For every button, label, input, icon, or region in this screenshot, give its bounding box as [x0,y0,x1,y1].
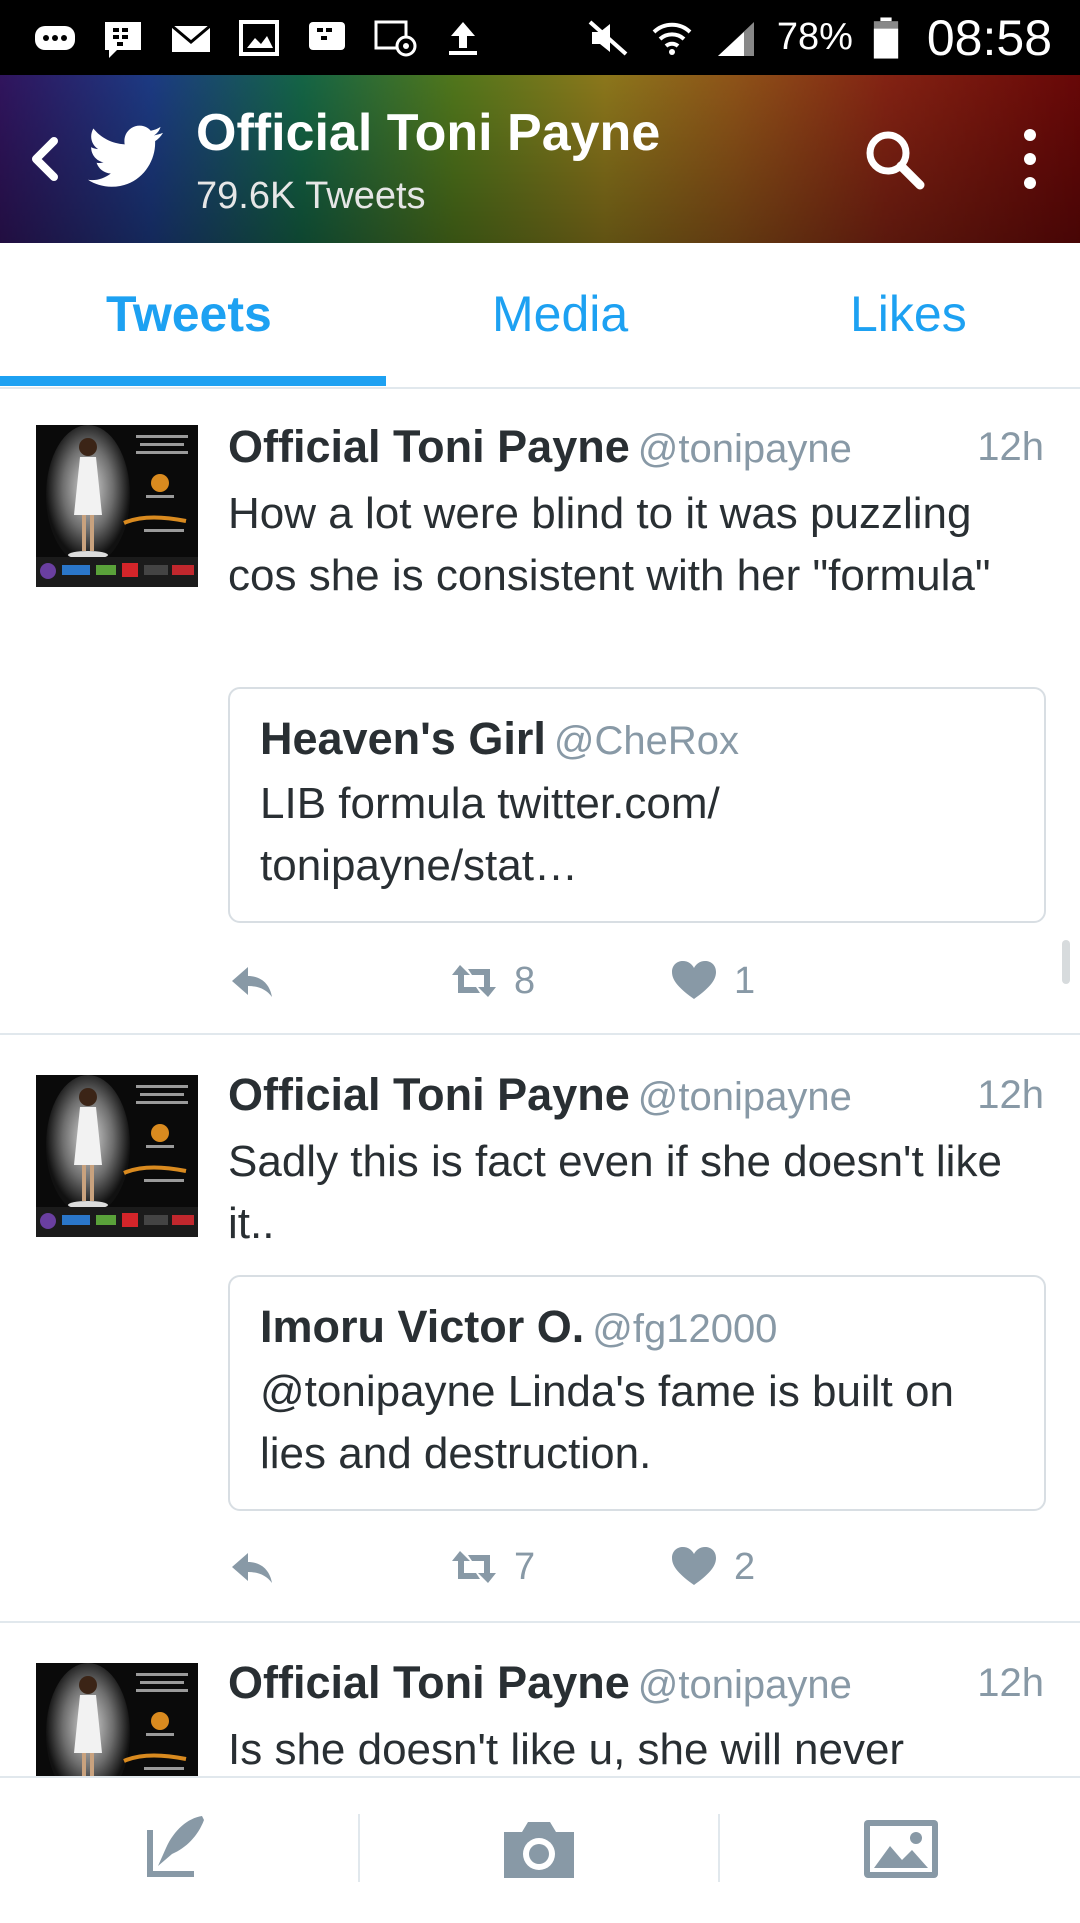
like-button[interactable]: 2 [670,1545,755,1589]
tweet-actions: 7 2 [228,1545,1028,1605]
battery-icon [871,16,901,59]
bottom-action-bar [0,1776,1080,1922]
message-icon [32,18,78,58]
reply-icon [232,1553,272,1583]
quoted-author-name: Heaven's Girl [260,713,546,764]
more-options-button[interactable] [1000,119,1060,199]
search-button[interactable] [858,123,930,195]
tweet-card[interactable]: Official Toni Payne @tonipayne 12h Sadly … [0,1035,1080,1623]
divider [718,1814,720,1882]
profile-header: Official Toni Payne 79.6K Tweets [0,75,1080,243]
retweet-icon [452,1551,496,1583]
author-handle[interactable]: @tonipayne [638,1663,852,1707]
tab-likes[interactable]: Likes [850,285,967,343]
author-name[interactable]: Official Toni Payne [228,421,630,472]
reply-icon [232,967,272,997]
clock: 08:58 [926,9,1052,66]
tweet-timestamp: 12h [977,1073,1044,1117]
retweet-count: 8 [514,959,536,1002]
quoted-author-name: Imoru Victor O. [260,1301,585,1352]
bbm-chat-icon [304,18,350,58]
heart-icon [672,1547,716,1585]
mention-image-icon [372,18,418,58]
camera-icon [504,1822,574,1878]
author-name[interactable]: Official Toni Payne [228,1657,630,1708]
avatar[interactable] [36,1075,198,1237]
tweet-timestamp: 12h [977,1661,1044,1705]
back-arrow-icon [32,137,58,181]
tweet-text: How a lot were blind to it was puzzling … [228,489,991,600]
author-handle[interactable]: @tonipayne [638,1075,852,1119]
tweet-header: Official Toni Payne @tonipayne [228,1657,852,1709]
signal-icon [713,18,759,58]
tab-media[interactable]: Media [492,285,628,343]
retweet-button[interactable]: 8 [450,959,535,1003]
author-handle[interactable]: @tonipayne [638,427,852,471]
scrollbar-thumb[interactable] [1062,940,1070,984]
like-button[interactable]: 1 [670,959,755,1003]
compose-button[interactable] [136,1808,222,1888]
back-button[interactable] [18,127,74,191]
quoted-author-handle: @fg12000 [592,1307,778,1351]
quoted-tweet-text: @tonipayne Linda's fame is built on lies… [260,1367,954,1478]
avatar[interactable] [36,425,198,587]
mail-icon [168,18,214,58]
reply-button[interactable] [228,959,276,1003]
like-count: 2 [734,1545,756,1588]
compose-icon [147,1816,204,1877]
profile-tabs: Tweets Media Likes [0,243,1080,389]
wifi-icon [649,18,695,58]
quoted-tweet[interactable]: Imoru Victor O. @fg12000 @tonipayne Linda… [228,1275,1046,1511]
tab-tweets[interactable]: Tweets [106,285,272,343]
divider [358,1814,360,1882]
active-tab-indicator [0,376,386,386]
quoted-tweet-text: LIB formula twitter.com/ tonipayne/stat… [260,779,720,890]
camera-button[interactable] [496,1808,582,1888]
tweet-count: 79.6K Tweets [196,175,426,217]
reply-button[interactable] [228,1545,276,1589]
more-vertical-icon [1024,129,1036,189]
twitter-bird-icon[interactable] [88,125,164,189]
mute-icon [585,18,631,58]
upload-icon [440,18,486,58]
quoted-tweet[interactable]: Heaven's Girl @CheRox LIB formula twitter… [228,687,1046,923]
tweet-timestamp: 12h [977,425,1044,469]
bbm-icon [100,18,146,58]
retweet-icon [452,965,496,997]
tweet-header: Official Toni Payne @tonipayne [228,421,852,473]
quoted-author-handle: @CheRox [553,719,739,763]
tweet-card[interactable]: Official Toni Payne @tonipayne 12h How a … [0,389,1080,1035]
status-bar: 78% 08:58 [0,0,1080,75]
tweet-header: Official Toni Payne @tonipayne [228,1069,852,1121]
tweet-text: Sadly this is fact even if she doesn't l… [228,1137,1002,1248]
tweet-text: Is she doesn't like u, she will never [228,1725,905,1774]
image-notification-icon [236,18,282,58]
author-name[interactable]: Official Toni Payne [228,1069,630,1120]
gallery-icon [864,1820,938,1878]
retweet-button[interactable]: 7 [450,1545,535,1589]
battery-percent: 78% [776,16,853,58]
search-icon [866,131,925,190]
tweet-actions: 8 1 [228,959,1028,1019]
gallery-button[interactable] [858,1808,944,1888]
quoted-tweet-header: Heaven's Girl @CheRox [260,713,739,765]
like-count: 1 [734,959,756,1002]
quoted-tweet-header: Imoru Victor O. @fg12000 [260,1301,777,1353]
profile-title: Official Toni Payne [196,104,661,162]
retweet-count: 7 [514,1545,536,1588]
heart-icon [672,961,716,999]
